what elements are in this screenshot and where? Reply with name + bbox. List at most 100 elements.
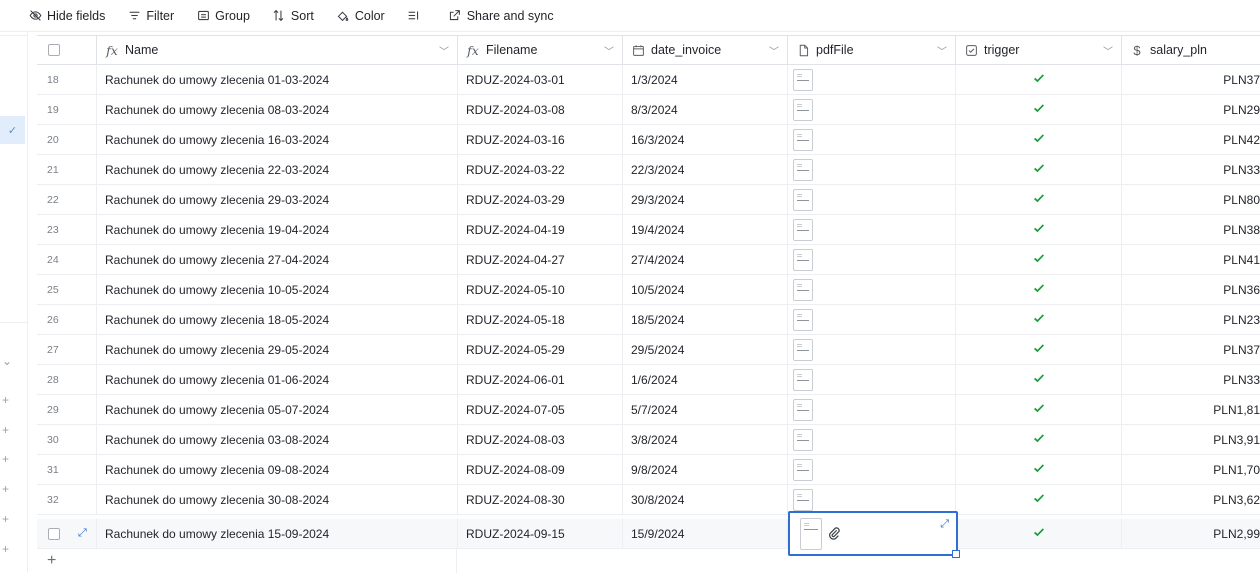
table-row[interactable]: 18 Rachunek do umowy zlecenia 01-03-2024 R… xyxy=(37,65,1260,95)
row-trigger-cell[interactable] xyxy=(956,215,1122,244)
select-all-checkbox[interactable] xyxy=(48,44,60,56)
pdf-thumbnail[interactable] xyxy=(793,308,813,331)
row-date-cell[interactable]: 1/3/2024 xyxy=(623,65,788,94)
row-salary-cell[interactable]: PLN33 xyxy=(1122,155,1260,184)
row-height-button[interactable] xyxy=(401,4,432,28)
pdf-thumbnail[interactable] xyxy=(793,158,813,181)
row-name-cell[interactable]: Rachunek do umowy zlecenia 01-06-2024 xyxy=(97,365,458,394)
table-row[interactable]: 27 Rachunek do umowy zlecenia 29-05-2024 R… xyxy=(37,335,1260,365)
row-salary-cell[interactable]: PLN42 xyxy=(1122,125,1260,154)
sort-button[interactable]: Sort xyxy=(266,4,320,28)
row-pdf-cell[interactable] xyxy=(788,395,956,424)
row-filename-cell[interactable]: RDUZ-2024-05-10 xyxy=(458,275,623,304)
row-pdf-cell[interactable] xyxy=(788,65,956,94)
row-pdf-cell[interactable] xyxy=(788,155,956,184)
table-row[interactable]: 32 Rachunek do umowy zlecenia 30-08-2024 R… xyxy=(37,485,1260,515)
row-filename-cell[interactable]: RDUZ-2024-03-16 xyxy=(458,125,623,154)
row-name-cell[interactable]: Rachunek do umowy zlecenia 22-03-2024 xyxy=(97,155,458,184)
row-date-cell[interactable]: 27/4/2024 xyxy=(623,245,788,274)
row-date-cell[interactable]: 22/3/2024 xyxy=(623,155,788,184)
row-number-cell[interactable]: 23 xyxy=(37,215,97,244)
row-number-cell[interactable]: 20 xyxy=(37,125,97,154)
row-date-cell[interactable]: 8/3/2024 xyxy=(623,95,788,124)
row-pdf-cell[interactable] xyxy=(788,95,956,124)
group-button[interactable]: Group xyxy=(190,4,256,28)
row-number-cell[interactable]: 24 xyxy=(37,245,97,274)
row-trigger-cell[interactable] xyxy=(956,185,1122,214)
row-date-cell[interactable]: 3/8/2024 xyxy=(623,425,788,454)
row-filename-cell[interactable]: RDUZ-2024-05-18 xyxy=(458,305,623,334)
plus-icon[interactable]: + xyxy=(2,543,14,555)
pdf-thumbnail[interactable] xyxy=(793,278,813,301)
row-number-cell[interactable]: 22 xyxy=(37,185,97,214)
row-filename-cell[interactable]: RDUZ-2024-03-22 xyxy=(458,155,623,184)
table-row[interactable]: 26 Rachunek do umowy zlecenia 18-05-2024 R… xyxy=(37,305,1260,335)
chevron-down-icon[interactable]: ﹀ xyxy=(439,43,449,58)
row-filename-cell[interactable]: RDUZ-2024-08-09 xyxy=(458,455,623,484)
rail-selected-item[interactable]: ✓ xyxy=(0,116,25,144)
row-filename-cell[interactable]: RDUZ-2024-06-01 xyxy=(458,365,623,394)
row-trigger-cell[interactable] xyxy=(956,95,1122,124)
row-number-cell[interactable]: 18 xyxy=(37,65,97,94)
row-number-cell[interactable]: 30 xyxy=(37,425,97,454)
chevron-down-icon[interactable]: ﹀ xyxy=(1103,43,1113,58)
row-filename-cell[interactable]: RDUZ-2024-03-01 xyxy=(458,65,623,94)
row-trigger-cell[interactable] xyxy=(956,65,1122,94)
row-filename-cell[interactable]: RDUZ-2024-08-30 xyxy=(458,485,623,514)
row-filename-cell[interactable]: RDUZ-2024-03-29 xyxy=(458,185,623,214)
table-row[interactable]: 23 Rachunek do umowy zlecenia 19-04-2024 R… xyxy=(37,215,1260,245)
row-trigger-cell[interactable] xyxy=(956,425,1122,454)
row-number-cell[interactable]: 29 xyxy=(37,395,97,424)
row-name-cell[interactable]: Rachunek do umowy zlecenia 15-09-2024 xyxy=(97,519,458,548)
plus-icon[interactable]: + xyxy=(2,394,14,406)
add-row-button[interactable]: + xyxy=(37,549,457,573)
row-pdf-cell[interactable] xyxy=(788,485,956,514)
share-sync-button[interactable]: Share and sync xyxy=(442,4,560,28)
row-salary-cell[interactable]: PLN23 xyxy=(1122,305,1260,334)
row-name-cell[interactable]: Rachunek do umowy zlecenia 03-08-2024 xyxy=(97,425,458,454)
row-date-cell[interactable]: 16/3/2024 xyxy=(623,125,788,154)
row-salary-cell[interactable]: PLN3,62 xyxy=(1122,485,1260,514)
row-salary-cell[interactable]: PLN33 xyxy=(1122,365,1260,394)
row-number-cell[interactable]: 31 xyxy=(37,455,97,484)
row-pdf-cell[interactable] xyxy=(788,335,956,364)
row-name-cell[interactable]: Rachunek do umowy zlecenia 29-05-2024 xyxy=(97,335,458,364)
row-number-cell[interactable]: 21 xyxy=(37,155,97,184)
plus-icon[interactable]: + xyxy=(2,424,14,436)
pdf-thumbnail[interactable] xyxy=(793,428,813,451)
table-row[interactable]: 22 Rachunek do umowy zlecenia 29-03-2024 R… xyxy=(37,185,1260,215)
row-date-cell[interactable]: 1/6/2024 xyxy=(623,365,788,394)
table-row-active[interactable]: ⤢ Rachunek do umowy zlecenia 15-09-2024 … xyxy=(37,519,1260,549)
row-salary-cell[interactable]: PLN2,99 xyxy=(1122,519,1260,548)
row-number-cell[interactable]: 27 xyxy=(37,335,97,364)
row-name-cell[interactable]: Rachunek do umowy zlecenia 16-03-2024 xyxy=(97,125,458,154)
row-date-cell[interactable]: 10/5/2024 xyxy=(623,275,788,304)
row-pdf-cell[interactable] xyxy=(788,245,956,274)
pdf-thumbnail[interactable] xyxy=(793,368,813,391)
column-header-pdffile[interactable]: pdfFile ﹀ xyxy=(788,36,956,64)
row-date-cell[interactable]: 29/3/2024 xyxy=(623,185,788,214)
row-name-cell[interactable]: Rachunek do umowy zlecenia 30-08-2024 xyxy=(97,485,458,514)
table-row[interactable]: 25 Rachunek do umowy zlecenia 10-05-2024 R… xyxy=(37,275,1260,305)
row-trigger-cell[interactable] xyxy=(956,275,1122,304)
row-trigger-cell[interactable] xyxy=(956,519,1122,548)
select-all-cell[interactable] xyxy=(37,36,97,64)
pdf-thumbnail[interactable] xyxy=(793,188,813,211)
table-row[interactable]: 19 Rachunek do umowy zlecenia 08-03-2024 R… xyxy=(37,95,1260,125)
table-row[interactable]: 31 Rachunek do umowy zlecenia 09-08-2024 R… xyxy=(37,455,1260,485)
pdf-thumbnail[interactable] xyxy=(793,338,813,361)
row-filename-cell[interactable]: RDUZ-2024-07-05 xyxy=(458,395,623,424)
row-number-cell[interactable]: ⤢ xyxy=(37,519,97,548)
row-salary-cell[interactable]: PLN80 xyxy=(1122,185,1260,214)
row-pdf-cell[interactable] xyxy=(788,455,956,484)
row-name-cell[interactable]: Rachunek do umowy zlecenia 10-05-2024 xyxy=(97,275,458,304)
table-row[interactable]: 21 Rachunek do umowy zlecenia 22-03-2024 R… xyxy=(37,155,1260,185)
table-row[interactable]: 29 Rachunek do umowy zlecenia 05-07-2024 R… xyxy=(37,395,1260,425)
pdf-thumbnail[interactable] xyxy=(793,128,813,151)
row-date-cell[interactable]: 19/4/2024 xyxy=(623,215,788,244)
row-name-cell[interactable]: Rachunek do umowy zlecenia 09-08-2024 xyxy=(97,455,458,484)
row-checkbox[interactable] xyxy=(48,527,60,540)
row-trigger-cell[interactable] xyxy=(956,155,1122,184)
color-button[interactable]: Color xyxy=(330,4,391,28)
row-number-cell[interactable]: 32 xyxy=(37,485,97,514)
